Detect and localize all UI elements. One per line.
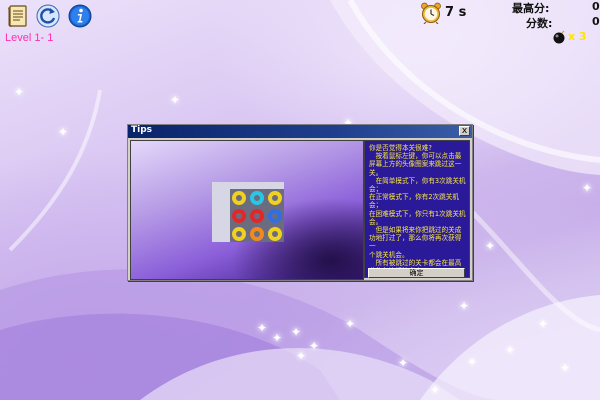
sparkle-icon: ✦ [467,355,478,369]
timer-value: 7 s [445,5,467,20]
sparkle-icon: ✦ [309,339,320,353]
sparkle-icon: ✦ [582,181,593,195]
score-label: 分数: [526,17,553,30]
sparkle-icon: ✦ [398,356,409,370]
info-icon[interactable] [68,4,92,28]
sparkle-icon: ✦ [538,317,549,331]
sparkle-icon: ✦ [272,331,283,345]
dialog-title: Tips [131,125,153,135]
tip-preview-image [130,140,364,280]
notes-icon[interactable] [6,4,30,28]
preview-grid [230,189,284,242]
sparkle-icon: ✦ [430,383,441,397]
sparkle-icon: ✦ [170,93,181,107]
tips-dialog: Tips x 你是否觉得本关很难? 按着鼠标左键，你可以点击最 屏幕上方的头像图… [127,124,473,281]
bomb-icon[interactable] [552,30,566,44]
sparkle-icon: ✦ [257,321,268,335]
sparkle-icon: ✦ [14,85,25,99]
sparkle-icon: ✦ [485,239,496,253]
dialog-titlebar[interactable]: Tips x [128,125,472,138]
preview-rings [230,189,284,242]
sparkle-icon: ✦ [296,349,307,363]
level-indicator: Level 1- 1 [5,32,54,44]
restart-icon[interactable] [36,4,60,28]
tip-text-panel: 你是否觉得本关很难? 按着鼠标左键，你可以点击最 屏幕上方的头像图案来跳过这一关… [364,140,470,278]
best-score-label: 最高分: [512,2,550,15]
bomb-count: x 3 [568,30,587,43]
sparkle-icon: ✦ [505,343,516,357]
tip-text: 你是否觉得本关很难? 按着鼠标左键，你可以点击最 屏幕上方的头像图案来跳过这一关… [369,144,466,275]
sparkle-icon: ✦ [560,361,571,375]
sparkle-icon: ✦ [291,325,302,339]
alarm-clock-icon [421,2,441,24]
preview-board [212,182,284,242]
close-button[interactable]: x [459,126,470,136]
sparkle-icon: ✦ [58,125,69,139]
sparkle-icon: ✦ [345,317,356,331]
sparkle-icon: ✦ [459,299,470,313]
ok-button[interactable]: 确定 [368,268,465,278]
best-score-value: 0 [592,0,600,13]
score-value: 0 [592,15,600,28]
